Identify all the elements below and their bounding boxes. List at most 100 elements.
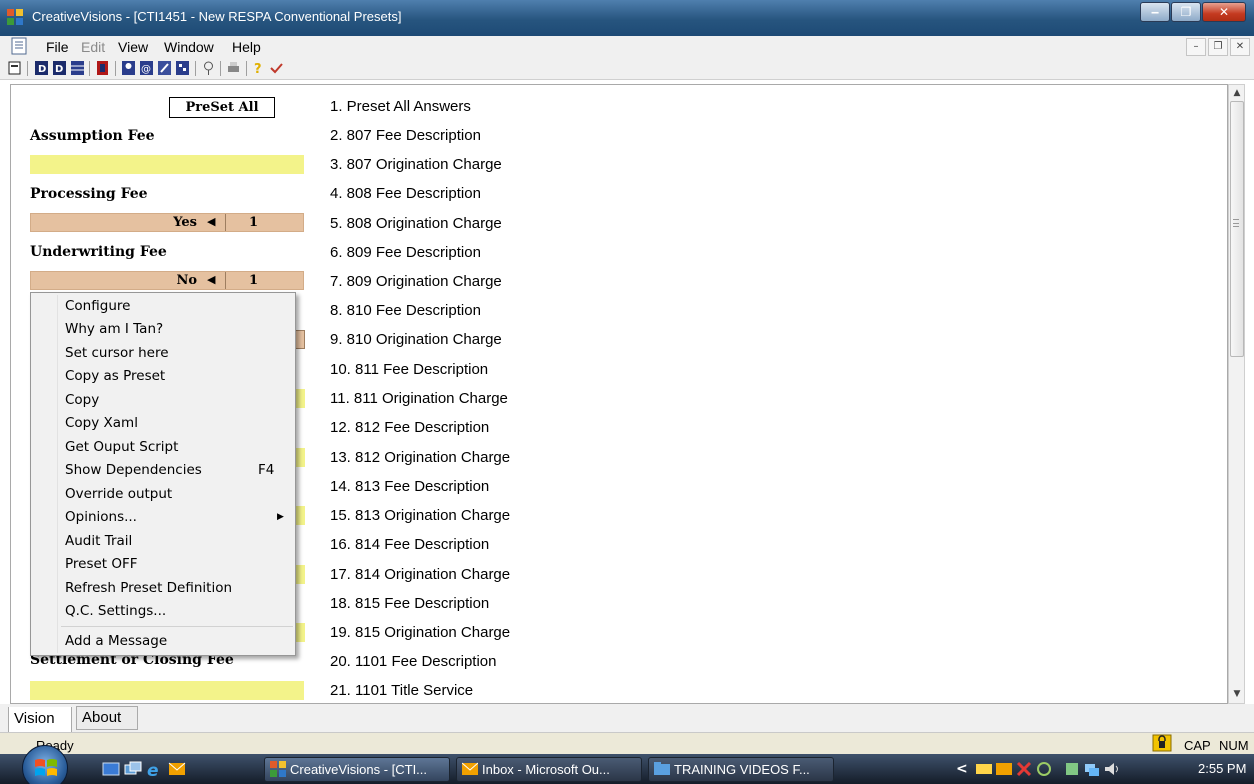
menu-item-configure[interactable]: Configure — [65, 298, 130, 314]
menu-item-add-message[interactable]: Add a Message — [65, 633, 167, 649]
menu-item-opinions[interactable]: Opinions... — [65, 509, 137, 525]
print-icon[interactable] — [227, 61, 240, 75]
vertical-scrollbar[interactable]: ▲ ▼ — [1228, 84, 1245, 704]
bold-d-icon[interactable]: D — [35, 61, 48, 75]
settlement-fee-input[interactable] — [30, 681, 304, 700]
question-item[interactable]: 4. 808 Fee Description — [330, 185, 481, 202]
volume-icon[interactable] — [1104, 761, 1120, 777]
svg-text:?: ? — [254, 62, 262, 75]
question-item[interactable]: 13. 812 Origination Charge — [330, 449, 510, 466]
show-hidden-icons-chevron-icon[interactable]: < — [956, 761, 968, 777]
grid-icon[interactable] — [176, 61, 189, 75]
question-item[interactable]: 15. 813 Origination Charge — [330, 507, 510, 524]
question-item[interactable]: 8. 810 Fee Description — [330, 302, 481, 319]
menu-file[interactable]: File — [46, 39, 69, 55]
caret-left-icon[interactable]: ◀ — [207, 273, 215, 286]
document-icon[interactable] — [10, 37, 28, 55]
menu-view[interactable]: View — [118, 39, 148, 55]
menu-item-why-tan[interactable]: Why am I Tan? — [65, 321, 163, 337]
swirl-tray-icon[interactable] — [1036, 761, 1052, 777]
taskbar-item-training-videos[interactable]: TRAINING VIDEOS F... — [648, 757, 834, 782]
pin-icon[interactable] — [202, 61, 215, 75]
document-icon[interactable] — [8, 61, 21, 75]
switch-windows-icon[interactable] — [124, 760, 142, 778]
title-bar[interactable]: CreativeVisions - [CTI1451 - New RESPA C… — [0, 0, 1254, 36]
menu-item-qc-settings[interactable]: Q.C. Settings... — [65, 603, 166, 619]
assumption-fee-input[interactable] — [30, 155, 304, 174]
close-button[interactable]: ✕ — [1202, 2, 1246, 22]
menu-item-refresh-preset[interactable]: Refresh Preset Definition — [65, 580, 232, 596]
question-item[interactable]: 9. 810 Origination Charge — [330, 331, 502, 348]
scrollbar-thumb[interactable] — [1230, 101, 1244, 357]
maximize-button[interactable]: ❐ — [1171, 2, 1201, 22]
network-tray-icon[interactable] — [1084, 761, 1100, 777]
question-item[interactable]: 20. 1101 Fee Description — [330, 653, 497, 670]
menu-item-copy-xaml[interactable]: Copy Xaml — [65, 415, 138, 431]
menu-item-get-output-script[interactable]: Get Ouput Script — [65, 439, 178, 455]
menu-item-audit-trail[interactable]: Audit Trail — [65, 533, 132, 549]
question-item[interactable]: 14. 813 Fee Description — [330, 478, 489, 495]
question-item[interactable]: 7. 809 Origination Charge — [330, 273, 502, 290]
menu-window[interactable]: Window — [164, 39, 214, 55]
tab-about[interactable]: About — [76, 706, 138, 730]
taskbar-item-inbox[interactable]: Inbox - Microsoft Ou... — [456, 757, 642, 782]
question-item[interactable]: 2. 807 Fee Description — [330, 127, 481, 144]
question-item[interactable]: 10. 811 Fee Description — [330, 361, 488, 378]
underwriting-fee-select[interactable]: No ◀ 1 — [30, 271, 304, 290]
start-button[interactable] — [22, 745, 68, 784]
menu-item-set-cursor[interactable]: Set cursor here — [65, 345, 169, 361]
menu-item-copy-as-preset[interactable]: Copy as Preset — [65, 368, 165, 384]
red-block-icon[interactable] — [96, 61, 109, 75]
sync-tray-icon[interactable] — [1064, 761, 1080, 777]
question-item[interactable]: 17. 814 Origination Charge — [330, 566, 510, 583]
question-item[interactable]: 1. Preset All Answers — [330, 98, 471, 115]
tab-vision[interactable]: Vision — [8, 707, 72, 733]
mail-tray-icon[interactable] — [976, 761, 992, 777]
tools-icon[interactable] — [158, 61, 171, 75]
hidden-yellow-field[interactable] — [295, 506, 305, 525]
question-item[interactable]: 19. 815 Origination Charge — [330, 624, 510, 641]
outlook-tray-icon[interactable] — [996, 761, 1012, 777]
menu-help[interactable]: Help — [232, 39, 261, 55]
scroll-up-icon[interactable]: ▲ — [1232, 88, 1242, 98]
question-item[interactable]: 16. 814 Fee Description — [330, 536, 489, 553]
question-item[interactable]: 5. 808 Origination Charge — [330, 215, 502, 232]
mdi-restore-button[interactable]: ❐ — [1208, 38, 1228, 56]
antivirus-tray-icon[interactable] — [1016, 761, 1032, 777]
processing-fee-select[interactable]: Yes ◀ 1 — [30, 213, 304, 232]
checkmark-icon[interactable] — [270, 61, 283, 75]
mdi-close-button[interactable]: ✕ — [1230, 38, 1250, 56]
menu-item-copy[interactable]: Copy — [65, 392, 99, 408]
preset-all-button[interactable]: PreSet All — [169, 97, 275, 118]
hidden-yellow-field[interactable] — [295, 565, 305, 584]
menu-edit[interactable]: Edit — [81, 39, 105, 55]
hidden-yellow-field[interactable] — [295, 389, 305, 408]
question-item[interactable]: 18. 815 Fee Description — [330, 595, 489, 612]
taskbar-item-creativevisions[interactable]: CreativeVisions - [CTI... — [264, 757, 450, 782]
show-desktop-icon[interactable] — [102, 760, 120, 778]
field-label-assumption-fee: Assumption Fee — [30, 128, 155, 144]
caret-left-icon[interactable]: ◀ — [207, 215, 215, 228]
help-icon[interactable]: ? — [252, 61, 265, 75]
question-item[interactable]: 12. 812 Fee Description — [330, 419, 489, 436]
system-clock[interactable]: 2:55 PM — [1198, 761, 1246, 776]
at-icon[interactable]: @ — [140, 61, 153, 75]
question-item[interactable]: 21. 1101 Title Service — [330, 682, 473, 699]
menu-item-preset-off[interactable]: Preset OFF — [65, 556, 138, 572]
question-item[interactable]: 3. 807 Origination Charge — [330, 156, 502, 173]
person-icon[interactable] — [122, 61, 135, 75]
outlook-icon[interactable] — [168, 760, 186, 778]
mdi-minimize-button[interactable]: – — [1186, 38, 1206, 56]
minimize-button[interactable]: ‒ — [1140, 2, 1170, 22]
fd-icon[interactable]: D — [53, 61, 66, 75]
question-item[interactable]: 11. 811 Origination Charge — [330, 390, 508, 407]
hidden-tan-field[interactable] — [295, 330, 305, 349]
hidden-yellow-field[interactable] — [295, 623, 305, 642]
menu-item-override-output[interactable]: Override output — [65, 486, 172, 502]
internet-explorer-icon[interactable]: e — [146, 760, 164, 778]
menu-item-show-dependencies[interactable]: Show Dependencies — [65, 462, 202, 478]
hidden-yellow-field[interactable] — [295, 448, 305, 467]
spreadsheet-icon[interactable] — [71, 61, 84, 75]
scroll-down-icon[interactable]: ▼ — [1232, 689, 1242, 699]
question-item[interactable]: 6. 809 Fee Description — [330, 244, 481, 261]
